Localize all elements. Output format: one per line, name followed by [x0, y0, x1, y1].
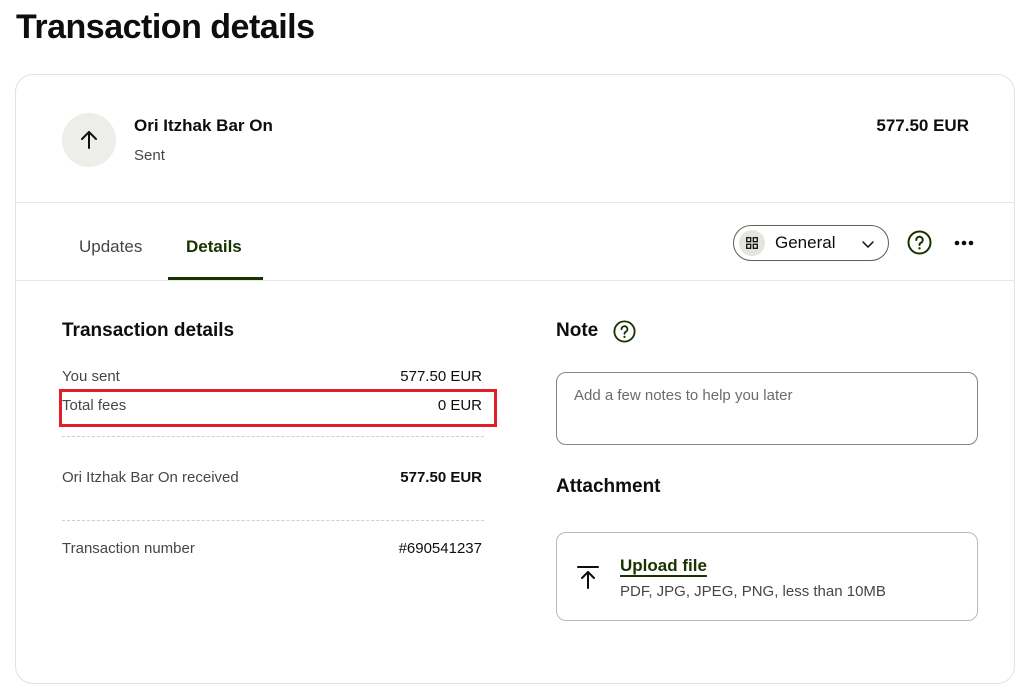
- note-section-title: Note: [556, 320, 599, 341]
- upload-hint: PDF, JPG, JPEG, PNG, less than 10MB: [620, 583, 886, 600]
- total-fees-highlight: [59, 389, 497, 427]
- tab-updates[interactable]: Updates: [79, 237, 142, 257]
- received-value: 577.50 EUR: [400, 469, 482, 486]
- details-section-title: Transaction details: [62, 320, 235, 341]
- transaction-amount: 577.50 EUR: [876, 116, 969, 135]
- active-tab-indicator: [168, 277, 263, 280]
- more-options-icon[interactable]: [954, 240, 974, 246]
- help-icon[interactable]: [907, 230, 932, 255]
- grid-icon: [746, 237, 758, 249]
- page-title: Transaction details: [16, 8, 315, 46]
- divider: [62, 436, 484, 437]
- category-icon: [739, 230, 765, 256]
- upload-file-link[interactable]: Upload file: [620, 556, 707, 576]
- upload-icon: [577, 566, 599, 589]
- you-sent-label: You sent: [62, 368, 120, 385]
- chevron-down-icon: [862, 241, 874, 248]
- note-input[interactable]: [556, 372, 978, 445]
- tab-details[interactable]: Details: [186, 237, 242, 257]
- avatar: [62, 113, 116, 167]
- transaction-header: Ori Itzhak Bar On Sent 577.50 EUR: [16, 75, 1014, 203]
- you-sent-value: 577.50 EUR: [400, 368, 482, 385]
- help-icon[interactable]: [613, 320, 636, 343]
- divider: [62, 520, 484, 521]
- transaction-number-value: #690541237: [398, 540, 482, 557]
- transaction-card: Ori Itzhak Bar On Sent 577.50 EUR Update…: [15, 74, 1015, 684]
- upload-dropzone[interactable]: Upload file PDF, JPG, JPEG, PNG, less th…: [556, 532, 978, 621]
- tabs-bar: Updates Details General: [16, 203, 1014, 281]
- recipient-name: Ori Itzhak Bar On: [134, 116, 273, 135]
- category-label: General: [775, 233, 836, 252]
- category-select[interactable]: General: [733, 225, 889, 261]
- arrow-up-icon: [81, 131, 97, 149]
- received-label: Ori Itzhak Bar On received: [62, 469, 239, 486]
- transaction-number-label: Transaction number: [62, 540, 195, 557]
- transaction-status: Sent: [134, 147, 165, 164]
- attachment-section-title: Attachment: [556, 476, 661, 497]
